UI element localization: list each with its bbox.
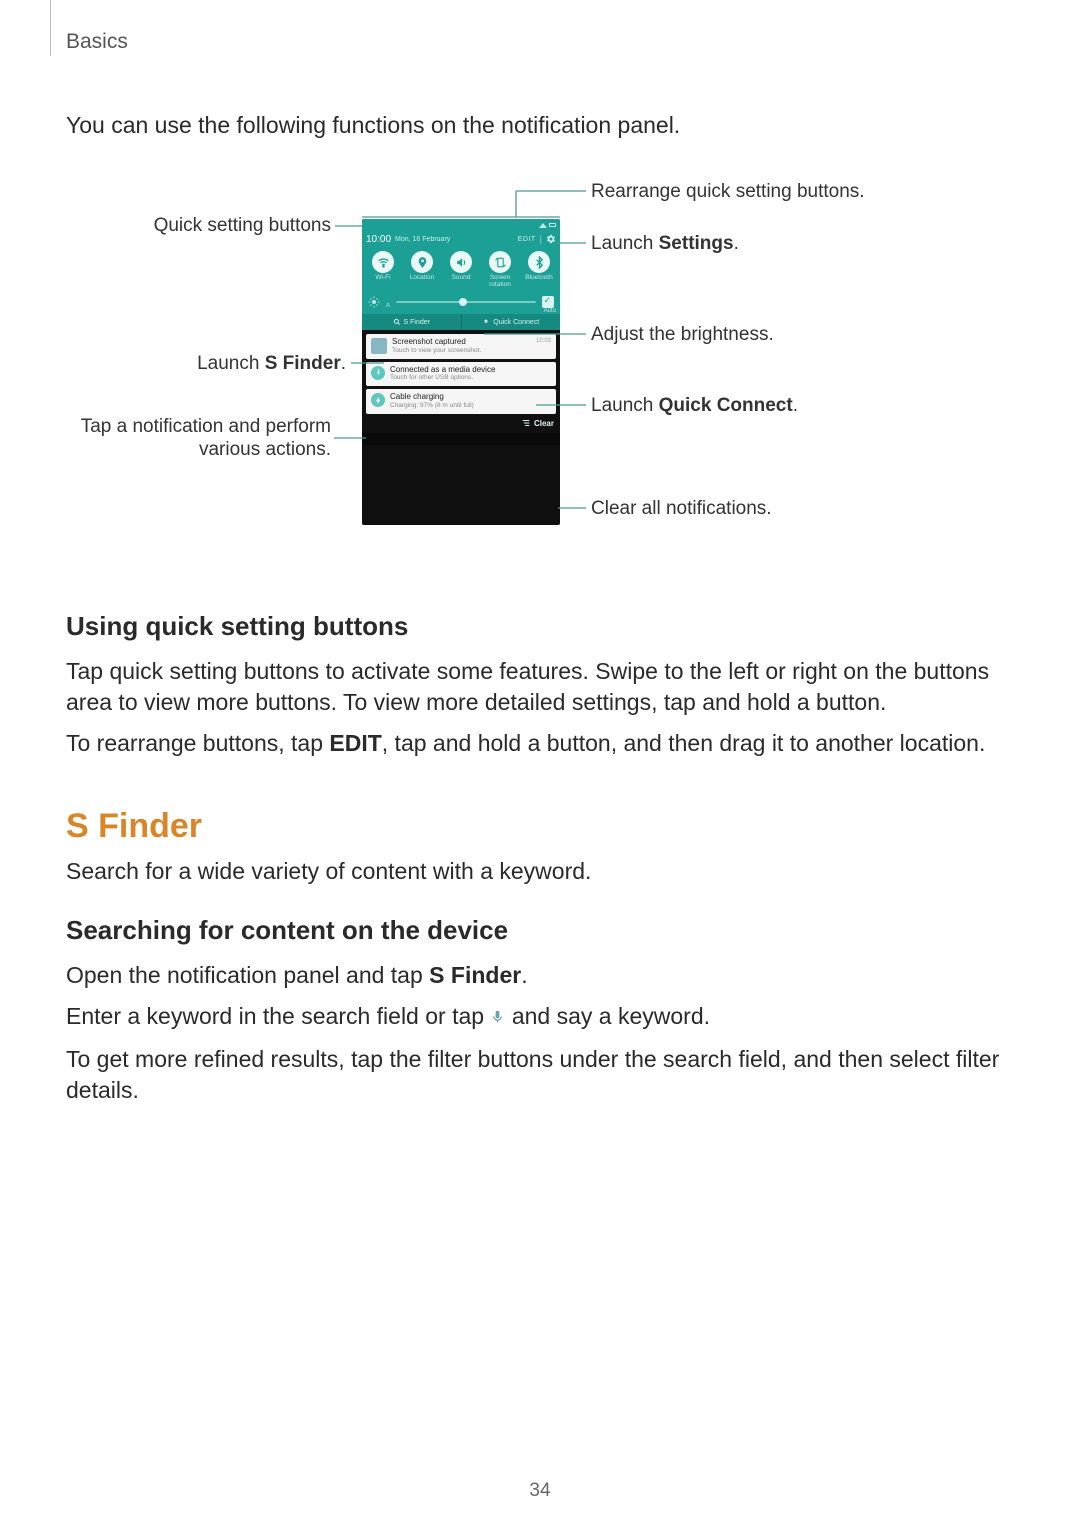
- searching-p2: Enter a keyword in the search field or t…: [66, 1001, 1016, 1034]
- using-qsb-p2: To rearrange buttons, tap EDIT, tap and …: [66, 728, 1016, 759]
- intro-text: You can use the following functions on t…: [66, 110, 1016, 141]
- s-finder-intro: Search for a wide variety of content wit…: [66, 856, 1016, 887]
- heading-s-finder: S Finder: [66, 807, 1016, 846]
- heading-searching-content: Searching for content on the device: [66, 915, 1016, 946]
- searching-p3: To get more refined results, tap the fil…: [66, 1044, 1016, 1106]
- callout-notification-action: Tap a notification and perform various a…: [66, 416, 331, 462]
- notification-panel-figure: 10:00 Mon, 16 February EDIT | Wi-FiLocat…: [66, 171, 1016, 571]
- mic-icon: [490, 1003, 505, 1034]
- callout-launch-settings: Launch Settings.: [591, 233, 739, 256]
- callout-quick-connect: Launch Quick Connect.: [591, 395, 798, 418]
- callout-rearrange: Rearrange quick setting buttons.: [591, 181, 865, 204]
- using-qsb-p1: Tap quick setting buttons to activate so…: [66, 656, 1016, 718]
- callout-s-finder: Launch S Finder.: [66, 353, 346, 376]
- page-number: 34: [0, 1480, 1080, 1502]
- callout-clear: Clear all notifications.: [591, 498, 772, 521]
- searching-p1: Open the notification panel and tap S Fi…: [66, 960, 1016, 991]
- heading-using-qsb: Using quick setting buttons: [66, 611, 1016, 642]
- callout-brightness: Adjust the brightness.: [591, 324, 774, 347]
- section-header: Basics: [66, 30, 128, 54]
- callout-quick-settings: Quick setting buttons: [66, 215, 331, 238]
- header-rule: [50, 0, 51, 56]
- page-content: You can use the following functions on t…: [66, 110, 1016, 1116]
